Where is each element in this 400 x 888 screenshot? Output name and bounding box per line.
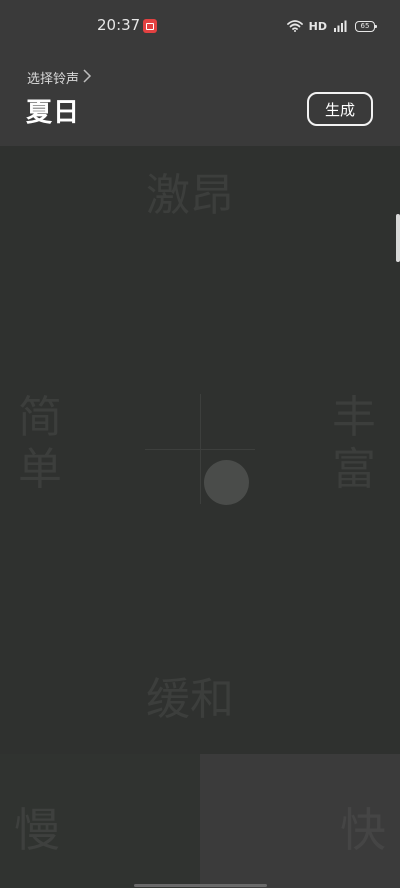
- network-type-label: HD: [308, 19, 327, 33]
- breadcrumb-label: 选择铃声: [27, 72, 80, 87]
- tempo-fast-zone[interactable]: 快: [200, 754, 400, 888]
- video-app-icon: [143, 19, 157, 33]
- mood-pad[interactable]: 激昂 简单 丰富 缓和: [0, 146, 400, 754]
- battery-icon: 65: [355, 20, 377, 32]
- mood-label-left: 简单: [18, 392, 62, 495]
- mood-pad-knob[interactable]: [204, 460, 249, 505]
- crosshair-vertical: [200, 394, 201, 504]
- mood-label-bottom: 缓和: [146, 674, 234, 725]
- status-bar: 20:37 HD 65: [0, 0, 400, 52]
- wifi-icon: [286, 20, 303, 32]
- mood-label-top: 激昂: [146, 170, 234, 221]
- scrollbar[interactable]: [396, 214, 400, 262]
- tempo-bar[interactable]: 慢 快: [0, 754, 400, 888]
- mood-label-right: 丰富: [332, 392, 376, 495]
- tempo-label-slow: 慢: [14, 803, 60, 857]
- chevron-right-icon: [82, 68, 92, 87]
- tempo-label-fast: 快: [340, 803, 386, 857]
- home-indicator[interactable]: [134, 884, 267, 887]
- generate-button[interactable]: 生成: [307, 92, 373, 126]
- status-indicators: HD 65: [286, 17, 377, 35]
- ringtone-generator-screen: 20:37 HD 65 选择铃声 夏日 生成 激昂 简单 丰富 缓和 慢 快: [0, 0, 400, 888]
- tempo-slow-zone[interactable]: 慢: [0, 754, 200, 888]
- signal-icon: [333, 20, 347, 32]
- battery-level: 65: [360, 22, 370, 30]
- header: 20:37 HD 65 选择铃声 夏日 生成: [0, 0, 400, 146]
- select-ringtone-link[interactable]: 选择铃声: [27, 68, 92, 87]
- page-title: 夏日: [26, 98, 81, 128]
- status-time: 20:37: [97, 16, 141, 34]
